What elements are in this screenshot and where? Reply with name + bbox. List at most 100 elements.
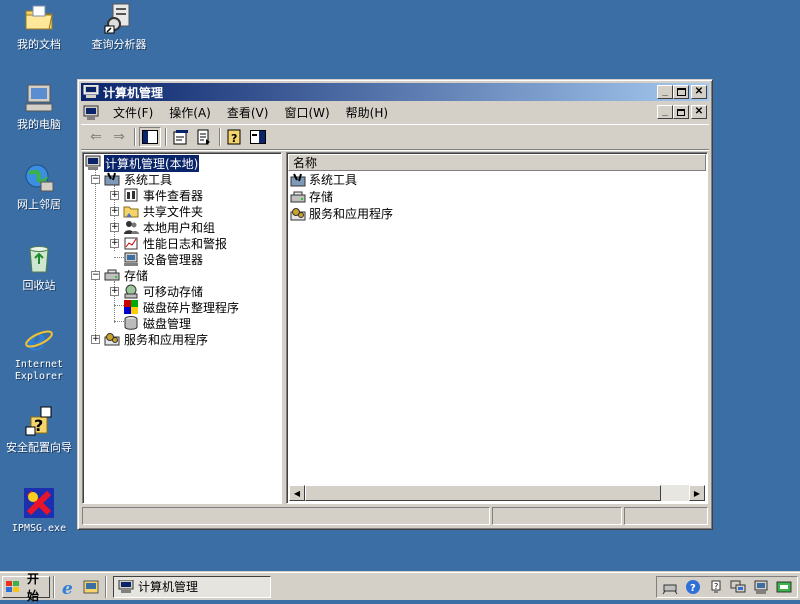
- export-list-button[interactable]: [193, 127, 215, 147]
- tree-node-system-tools[interactable]: 系统工具: [104, 171, 173, 187]
- tree-node-label: 事件查看器: [143, 188, 204, 203]
- column-header-name[interactable]: 名称: [288, 154, 706, 171]
- list-item-services-applications[interactable]: 服务和应用程序: [287, 205, 707, 222]
- desktop-icon-my-computer[interactable]: 我的电脑: [0, 82, 78, 131]
- expand-toggle[interactable]: +: [110, 287, 119, 296]
- services-applications-icon: [290, 206, 306, 222]
- scroll-left-button[interactable]: ◀: [289, 485, 305, 501]
- back-button[interactable]: ⇐: [85, 127, 107, 147]
- computer-icon: [85, 155, 101, 171]
- quicklaunch-show-desktop-icon[interactable]: [82, 578, 100, 596]
- details-pane[interactable]: 名称 系统工具 存储 服务和应用程序 ◀ ▶: [286, 152, 708, 504]
- internet-explorer-icon: e: [23, 323, 55, 358]
- maximize-button[interactable]: [673, 85, 689, 99]
- properties-button[interactable]: [170, 127, 192, 147]
- back-arrow-icon: ⇐: [90, 129, 102, 145]
- expand-toggle[interactable]: +: [110, 191, 119, 200]
- tree-node-label: 计算机管理(本地): [102, 153, 201, 173]
- help-button[interactable]: ?: [224, 127, 246, 147]
- mdi-close-button[interactable]: ✕: [691, 105, 707, 119]
- minimize-icon: _: [662, 106, 668, 117]
- tree-node-device-manager[interactable]: 设备管理器: [123, 251, 204, 267]
- tree-node-services-applications[interactable]: 服务和应用程序: [104, 331, 209, 347]
- mdi-restore-button[interactable]: [673, 105, 689, 119]
- tree-node-local-users-groups[interactable]: 本地用户和组: [123, 219, 216, 235]
- tree-node-label: 存储: [124, 268, 149, 283]
- desktop-icon-network-places[interactable]: 网上邻居: [0, 162, 78, 211]
- expand-toggle[interactable]: +: [110, 239, 119, 248]
- collapse-toggle[interactable]: −: [91, 271, 100, 280]
- folder-icon: [23, 2, 55, 34]
- tree-node-label: 磁盘管理: [143, 316, 192, 331]
- notification-tray-icon[interactable]: ?: [708, 579, 724, 595]
- tree-node-disk-defragmenter[interactable]: 磁盘碎片整理程序: [123, 299, 240, 315]
- tree-node-disk-management[interactable]: 磁盘管理: [123, 315, 192, 331]
- console-tree[interactable]: 计算机管理(本地) − 系统工具 + 事件查看器 + 共享文件夹 + 本地用户和…: [82, 152, 282, 504]
- tree-node-computer-management[interactable]: 计算机管理(本地): [85, 153, 201, 173]
- menu-action[interactable]: 操作(A): [161, 104, 219, 122]
- scroll-thumb[interactable]: [305, 485, 661, 501]
- menu-view[interactable]: 查看(V): [219, 104, 277, 122]
- maximize-icon: [676, 88, 686, 96]
- performance-logs-icon: [123, 235, 139, 251]
- console-tree-icon: [142, 130, 158, 144]
- tree-node-label: 服务和应用程序: [124, 332, 209, 347]
- quicklaunch-internet-explorer-icon[interactable]: e: [60, 578, 78, 599]
- tree-node-event-viewer[interactable]: 事件查看器: [123, 187, 204, 203]
- services-applications-icon: [104, 331, 120, 347]
- shared-folder-icon: [123, 203, 139, 219]
- scroll-right-button[interactable]: ▶: [689, 485, 705, 501]
- horizontal-scrollbar[interactable]: ◀ ▶: [289, 485, 705, 501]
- tree-node-removable-storage[interactable]: 可移动存储: [123, 283, 204, 299]
- menu-bar: 文件(F) 操作(A) 查看(V) 窗口(W) 帮助(H) _ ✕: [81, 102, 709, 124]
- help-tray-icon[interactable]: ?: [685, 579, 701, 595]
- triangle-left-icon: ◀: [293, 488, 301, 498]
- application-tray-icon[interactable]: [776, 579, 792, 595]
- tree-node-storage[interactable]: 存储: [104, 267, 149, 283]
- expand-toggle[interactable]: +: [110, 223, 119, 232]
- mdi-minimize-button[interactable]: _: [657, 105, 673, 119]
- toolbar-separator: [134, 128, 136, 146]
- tree-node-label: 可移动存储: [143, 284, 204, 299]
- display-tray-icon[interactable]: [730, 579, 746, 595]
- computer-tray-icon[interactable]: [753, 579, 769, 595]
- toolbar: ⇐ ⇒ ?: [81, 124, 709, 150]
- desktop-icon-query-analyzer[interactable]: 查询分析器: [80, 2, 158, 51]
- desktop-icon-my-documents[interactable]: 我的文档: [0, 2, 78, 51]
- mdi-controls: _ ✕: [655, 105, 707, 119]
- desktop-icon-security-wizard[interactable]: ? 安全配置向导: [0, 405, 78, 454]
- computer-icon: [118, 579, 134, 594]
- menu-help[interactable]: 帮助(H): [338, 104, 396, 122]
- mmc-document-icon[interactable]: [83, 105, 99, 121]
- recycle-bin-icon: [23, 243, 55, 275]
- desktop-icon-internet-explorer[interactable]: e Internet Explorer: [0, 323, 78, 383]
- status-panel-3: [624, 507, 708, 525]
- tree-node-shared-folders[interactable]: 共享文件夹: [123, 203, 204, 219]
- title-bar[interactable]: 计算机管理 _ ✕: [81, 83, 709, 101]
- list-item-system-tools[interactable]: 系统工具: [287, 171, 707, 188]
- desktop-icon-ipmsg[interactable]: IPMSG.exe: [0, 487, 78, 535]
- collapse-toggle[interactable]: −: [91, 175, 100, 184]
- forward-button[interactable]: ⇒: [108, 127, 130, 147]
- show-hide-tree-button[interactable]: [139, 127, 161, 147]
- taskbar-separator: [105, 575, 107, 598]
- network-tray-icon[interactable]: [662, 579, 678, 595]
- start-button[interactable]: 开始: [2, 572, 50, 603]
- removable-storage-icon: [123, 283, 139, 299]
- close-button[interactable]: ✕: [691, 85, 707, 99]
- desktop-icon-recycle-bin[interactable]: 回收站: [0, 243, 78, 292]
- start-label: 开始: [26, 571, 39, 603]
- expand-toggle[interactable]: +: [91, 335, 100, 344]
- minimize-button[interactable]: _: [657, 85, 673, 99]
- expand-toggle[interactable]: +: [110, 207, 119, 216]
- show-action-pane-button[interactable]: [247, 127, 269, 147]
- taskbar-button-computer-management[interactable]: 计算机管理: [113, 575, 271, 598]
- tree-node-performance-logs[interactable]: 性能日志和警报: [123, 235, 228, 251]
- column-header-label: 名称: [293, 156, 318, 170]
- menu-file[interactable]: 文件(F): [105, 104, 161, 122]
- list-item-label: 系统工具: [309, 173, 358, 187]
- windows-logo-icon: [5, 580, 21, 594]
- list-item-storage[interactable]: 存储: [287, 188, 707, 205]
- tree-node-label: 磁盘碎片整理程序: [143, 300, 240, 315]
- menu-window[interactable]: 窗口(W): [276, 104, 337, 122]
